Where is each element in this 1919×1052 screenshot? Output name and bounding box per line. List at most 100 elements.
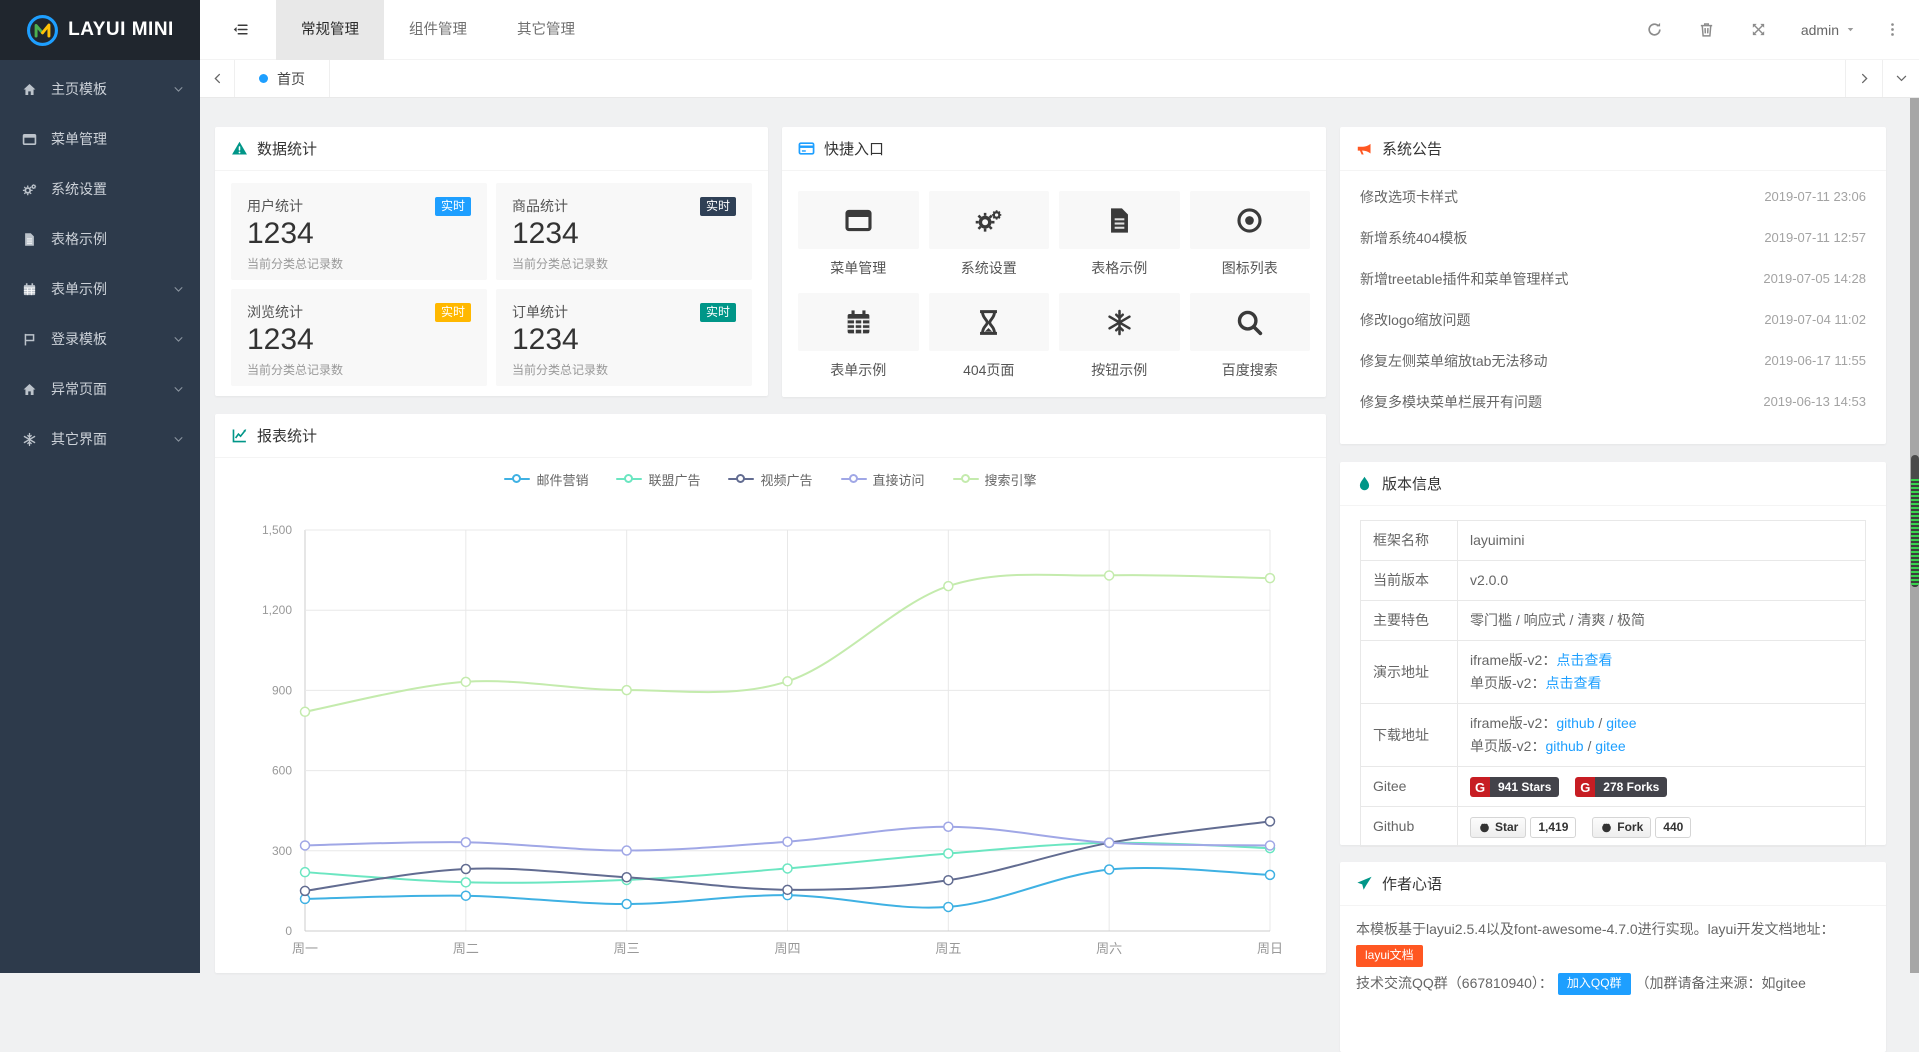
chevron-down-icon	[173, 384, 184, 395]
snowflake-icon	[22, 432, 46, 447]
legend-symbol-icon	[616, 474, 642, 484]
legend-item[interactable]: 直接访问	[841, 470, 925, 489]
report-card-title: 报表统计	[257, 425, 317, 446]
sidebar-item-form-demo[interactable]: 表单示例	[0, 264, 200, 314]
stat-box-users[interactable]: 用户统计实时 1234 当前分类总记录数	[231, 183, 487, 280]
list-item[interactable]: 修改选项卡样式2019-07-11 23:06	[1360, 176, 1866, 217]
tab-scroll-right-button[interactable]	[1845, 60, 1882, 97]
quick-item-system-settings[interactable]: 系统设置	[929, 191, 1050, 278]
list-item[interactable]: 修改logo缩放问题2019-07-04 11:02	[1360, 299, 1866, 340]
stat-box-goods[interactable]: 商品统计实时 1234 当前分类总记录数	[496, 183, 752, 280]
gitee-forks-badge[interactable]: G278 Forks	[1575, 777, 1667, 797]
github-fork-count[interactable]: 440	[1655, 817, 1691, 838]
download-gitee-link[interactable]: gitee	[1595, 738, 1625, 754]
calendar-icon	[22, 282, 46, 297]
nav-tab-general[interactable]: 常规管理	[276, 0, 384, 60]
more-vertical-icon	[1884, 21, 1901, 38]
demo-spa-link[interactable]: 点击查看	[1545, 675, 1601, 691]
legend-symbol-icon	[953, 474, 979, 484]
gitee-icon: G	[1470, 777, 1490, 797]
svg-text:周一: 周一	[292, 941, 318, 956]
tab-scroll-left-button[interactable]	[200, 60, 235, 97]
legend-item[interactable]: 邮件营销	[504, 470, 588, 489]
sidebar: LAYUI MINI 主页模板 菜单管理 系统设置 表格示例 表单示例 登录模板	[0, 0, 200, 973]
author-text: 本模板基于layui2.5.4以及font-awesome-4.7.0进行实现。…	[1356, 921, 1834, 937]
svg-text:周五: 周五	[935, 941, 961, 956]
more-menu-button[interactable]	[1871, 0, 1913, 60]
gitee-icon: G	[1575, 777, 1595, 797]
list-item[interactable]: 新增系统404模板2019-07-11 12:57	[1360, 217, 1866, 258]
join-qq-group-badge[interactable]: 加入QQ群	[1558, 973, 1631, 995]
quick-item-button-demo[interactable]: 按钮示例	[1059, 293, 1180, 380]
nav-tab-other[interactable]: 其它管理	[492, 0, 600, 60]
list-item[interactable]: 新增treetable插件和菜单管理样式2019-07-05 14:28	[1360, 258, 1866, 299]
notice-list: 修改选项卡样式2019-07-11 23:06 新增系统404模板2019-07…	[1340, 171, 1886, 422]
line-chart: 03006009001,2001,500周一周二周三周四周五周六周日	[215, 500, 1326, 973]
octocat-icon	[1478, 821, 1491, 834]
home-icon	[22, 382, 46, 397]
github-star-button[interactable]: Star	[1470, 817, 1526, 838]
status-badge: 实时	[435, 303, 471, 322]
legend-item[interactable]: 搜索引擎	[953, 470, 1037, 489]
github-fork-button[interactable]: Fork	[1592, 817, 1651, 838]
author-card: 作者心语 本模板基于layui2.5.4以及font-awesome-4.7.0…	[1340, 862, 1886, 1052]
download-gitee-link[interactable]: gitee	[1606, 715, 1636, 731]
download-github-link[interactable]: github	[1556, 715, 1594, 731]
quick-item-icon-list[interactable]: 图标列表	[1190, 191, 1311, 278]
scrollbar-track[interactable]	[1910, 98, 1919, 973]
quick-item-baidu-search[interactable]: 百度搜索	[1190, 293, 1311, 380]
menu-fold-button[interactable]	[218, 0, 262, 60]
sidebar-item-login-templates[interactable]: 登录模板	[0, 314, 200, 364]
stat-box-orders[interactable]: 订单统计实时 1234 当前分类总记录数	[496, 289, 752, 386]
sidebar-item-menu-manage[interactable]: 菜单管理	[0, 114, 200, 164]
quick-item-form-demo[interactable]: 表单示例	[798, 293, 919, 380]
quick-item-404-page[interactable]: 404页面	[929, 293, 1050, 380]
chevron-down-icon	[173, 284, 184, 295]
list-item[interactable]: 修复左侧菜单缩放tab无法移动2019-06-17 11:55	[1360, 340, 1866, 381]
nav-tab-components[interactable]: 组件管理	[384, 0, 492, 60]
refresh-button[interactable]	[1629, 0, 1681, 60]
fullscreen-icon	[1750, 21, 1767, 38]
sidebar-item-other-pages[interactable]: 其它界面	[0, 414, 200, 464]
table-row: 主要特色 零门槛 / 响应式 / 清爽 / 极简	[1361, 601, 1866, 641]
github-star-count[interactable]: 1,419	[1530, 817, 1576, 838]
stat-box-views[interactable]: 浏览统计实时 1234 当前分类总记录数	[231, 289, 487, 386]
legend-item[interactable]: 视频广告	[728, 470, 812, 489]
scrollbar-thumb[interactable]	[1911, 455, 1919, 587]
legend-symbol-icon	[504, 474, 530, 484]
download-github-link[interactable]: github	[1545, 738, 1583, 754]
version-card-header: 版本信息	[1340, 462, 1886, 506]
stat-value: 1234	[512, 323, 736, 357]
tab-operations-button[interactable]	[1882, 60, 1919, 97]
app-logo[interactable]: LAYUI MINI	[0, 0, 200, 60]
stat-value: 1234	[512, 217, 736, 251]
quick-entry-card: 快捷入口 菜单管理 系统设置 表格示例 图标列表 表单示例 404页面 按钮示例…	[782, 127, 1326, 397]
announcements-card: 系统公告 修改选项卡样式2019-07-11 23:06 新增系统404模板20…	[1340, 127, 1886, 444]
chevron-down-icon	[173, 84, 184, 95]
clear-cache-button[interactable]	[1681, 0, 1733, 60]
sidebar-item-table-demo[interactable]: 表格示例	[0, 214, 200, 264]
tab-home[interactable]: 首页	[235, 60, 330, 97]
quick-item-table-demo[interactable]: 表格示例	[1059, 191, 1180, 278]
gitee-stars-badge[interactable]: G941 Stars	[1470, 777, 1559, 797]
gears-icon	[22, 182, 46, 197]
legend-item[interactable]: 联盟广告	[616, 470, 700, 489]
fire-icon	[1356, 475, 1373, 492]
fullscreen-button[interactable]	[1733, 0, 1785, 60]
layui-doc-badge[interactable]: layui文档	[1356, 945, 1423, 967]
table-row: 下载地址 iframe版-v2：github / gitee 单页版-v2：gi…	[1361, 704, 1866, 767]
user-dropdown[interactable]: admin	[1785, 0, 1871, 60]
sidebar-item-home-templates[interactable]: 主页模板	[0, 64, 200, 114]
stats-grid: 用户统计实时 1234 当前分类总记录数 商品统计实时 1234 当前分类总记录…	[215, 171, 768, 398]
stat-value: 1234	[247, 217, 471, 251]
search-icon	[1235, 308, 1264, 337]
active-tab-dot-icon	[259, 74, 268, 83]
svg-text:周日: 周日	[1257, 941, 1283, 956]
quick-item-menu-manage[interactable]: 菜单管理	[798, 191, 919, 278]
megaphone-icon	[1356, 140, 1373, 157]
sidebar-item-error-pages[interactable]: 异常页面	[0, 364, 200, 414]
header-actions: admin	[1629, 0, 1913, 60]
list-item[interactable]: 修复多模块菜单栏展开有问题2019-06-13 14:53	[1360, 381, 1866, 422]
sidebar-item-system-settings[interactable]: 系统设置	[0, 164, 200, 214]
demo-iframe-link[interactable]: 点击查看	[1556, 652, 1612, 668]
